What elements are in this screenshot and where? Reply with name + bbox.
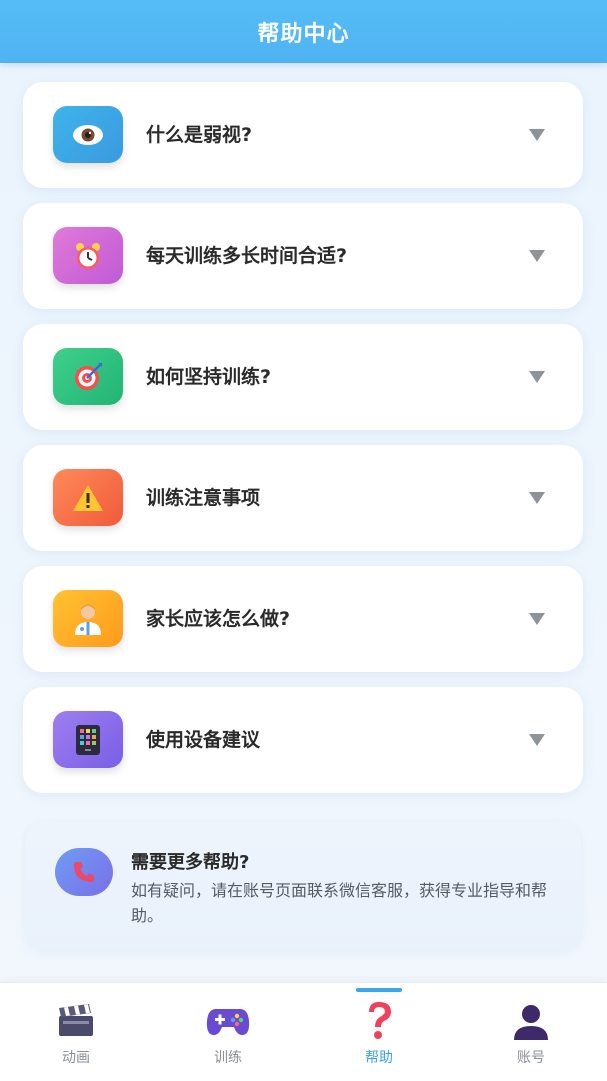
faq-item-precautions[interactable]: 训练注意事项: [23, 445, 583, 551]
nav-tab-training[interactable]: 训练: [178, 983, 278, 1081]
faq-label: 什么是弱视?: [146, 124, 253, 146]
page-title: 帮助中心: [257, 21, 350, 47]
warning-icon: [53, 469, 123, 526]
faq-label: 每天训练多长时间合适?: [146, 245, 348, 267]
faq-item-training-duration[interactable]: 每天训练多长时间合适?: [23, 203, 583, 309]
gamepad-icon: [206, 1001, 250, 1041]
bottom-nav-bar: 动画 训练 帮助 账号: [0, 982, 607, 1081]
faq-label: 如何坚持训练?: [146, 366, 272, 388]
chevron-down-icon[interactable]: [529, 613, 545, 625]
chevron-down-icon[interactable]: [529, 371, 545, 383]
help-title: 需要更多帮助?: [131, 852, 250, 873]
doctor-icon: [53, 590, 123, 647]
header-bar: 帮助中心: [0, 0, 607, 63]
nav-tab-help[interactable]: 帮助: [329, 983, 429, 1081]
alarm-clock-icon: [53, 227, 123, 284]
chevron-down-icon[interactable]: [529, 250, 545, 262]
tablet-icon: [53, 711, 123, 768]
nav-label: 帮助: [365, 1050, 393, 1066]
faq-label: 使用设备建议: [146, 729, 261, 751]
active-tab-indicator: [356, 988, 402, 992]
chevron-down-icon[interactable]: [529, 734, 545, 746]
faq-label: 家长应该怎么做?: [146, 608, 291, 630]
question-icon: [357, 1001, 401, 1041]
faq-item-persistence[interactable]: 如何坚持训练?: [23, 324, 583, 430]
faq-item-parents[interactable]: 家长应该怎么做?: [23, 566, 583, 672]
user-icon: [509, 1001, 553, 1041]
faq-label: 训练注意事项: [146, 487, 261, 509]
chevron-down-icon[interactable]: [529, 129, 545, 141]
nav-tab-animation[interactable]: 动画: [26, 983, 126, 1081]
nav-label: 动画: [62, 1050, 90, 1066]
phone-icon: [55, 848, 113, 896]
target-icon: [53, 348, 123, 405]
eye-icon: [53, 106, 123, 163]
faq-item-amblyopia[interactable]: 什么是弱视?: [23, 82, 583, 188]
help-description: 如有疑问，请在账号页面联系微信客服，获得专业指导和帮助。: [131, 881, 548, 925]
faq-list: 什么是弱视? 每天训练多长时间合适? 如何坚持训练? 训练注意事项 家长应该怎么…: [23, 82, 583, 808]
chevron-down-icon[interactable]: [529, 492, 545, 504]
nav-label: 账号: [517, 1050, 545, 1066]
clapperboard-icon: [54, 1001, 98, 1041]
help-card: 需要更多帮助? 如有疑问，请在账号页面联系微信客服，获得专业指导和帮助。: [25, 822, 581, 950]
faq-item-device[interactable]: 使用设备建议: [23, 687, 583, 793]
nav-tab-account[interactable]: 账号: [481, 983, 581, 1081]
nav-label: 训练: [214, 1050, 242, 1066]
